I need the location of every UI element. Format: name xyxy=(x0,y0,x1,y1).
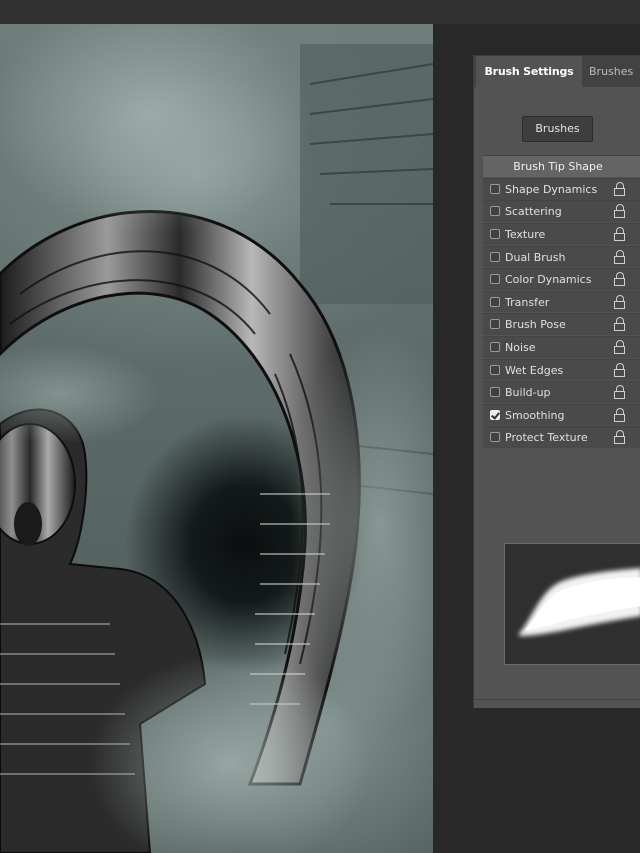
option-build-up[interactable]: Build-up xyxy=(483,381,640,403)
option-shape-dynamics[interactable]: Shape Dynamics xyxy=(483,177,640,200)
option-label: Smoothing xyxy=(505,408,565,422)
brushes-button[interactable]: Brushes xyxy=(522,116,593,142)
option-label: Texture xyxy=(505,228,546,242)
lock-icon[interactable] xyxy=(614,407,626,422)
tab-brushes[interactable]: Brushes xyxy=(589,56,633,87)
panel-footer-divider xyxy=(474,699,640,700)
option-brush-pose[interactable]: Brush Pose xyxy=(483,313,640,336)
protect-texture-checkbox[interactable] xyxy=(490,432,500,443)
option-transfer[interactable]: Transfer xyxy=(483,290,640,313)
lock-icon[interactable] xyxy=(614,385,626,400)
brush-pose-checkbox[interactable] xyxy=(490,319,500,330)
brush-stroke-preview xyxy=(504,543,640,665)
option-texture[interactable]: Texture xyxy=(483,223,640,245)
option-label: Wet Edges xyxy=(505,363,564,377)
lock-icon[interactable] xyxy=(614,181,626,196)
option-wet-edges[interactable]: Wet Edges xyxy=(483,358,640,381)
lock-icon[interactable] xyxy=(614,227,626,242)
lock-icon[interactable] xyxy=(614,430,626,445)
option-label: Color Dynamics xyxy=(505,273,592,287)
color-dynamics-checkbox[interactable] xyxy=(490,274,500,285)
option-label: Shape Dynamics xyxy=(505,182,598,196)
app-top-bar xyxy=(0,0,640,25)
option-smoothing[interactable]: Smoothing xyxy=(483,403,640,426)
dual-brush-checkbox[interactable] xyxy=(490,251,500,262)
artwork-image xyxy=(0,24,433,853)
option-protect-texture[interactable]: Protect Texture xyxy=(483,426,640,448)
shape-dynamics-checkbox[interactable] xyxy=(490,183,500,194)
document-canvas[interactable] xyxy=(0,24,433,853)
lock-icon[interactable] xyxy=(614,339,626,354)
transfer-checkbox[interactable] xyxy=(490,296,500,307)
lock-icon[interactable] xyxy=(614,362,626,377)
wet-edges-checkbox[interactable] xyxy=(490,364,500,375)
option-scattering[interactable]: Scattering xyxy=(483,200,640,223)
brush-options-list: Brush Tip Shape Shape Dynamics Scatterin… xyxy=(483,155,640,449)
texture-checkbox[interactable] xyxy=(490,229,500,240)
option-dual-brush[interactable]: Dual Brush xyxy=(483,245,640,268)
smoothing-checkbox[interactable] xyxy=(490,409,500,420)
option-color-dynamics[interactable]: Color Dynamics xyxy=(483,268,640,290)
noise-checkbox[interactable] xyxy=(490,341,500,352)
lock-icon[interactable] xyxy=(614,272,626,287)
lock-icon[interactable] xyxy=(614,317,626,332)
lock-icon[interactable] xyxy=(614,204,626,219)
brush-settings-panel: Brush Settings Brushes Brushes Brush Tip… xyxy=(473,55,640,708)
panel-tab-bar: Brush Settings Brushes xyxy=(474,56,640,87)
brush-tip-shape-item[interactable]: Brush Tip Shape xyxy=(483,155,640,177)
option-label: Protect Texture xyxy=(505,431,588,445)
brush-tip-shape-label: Brush Tip Shape xyxy=(513,160,603,173)
option-label: Build-up xyxy=(505,386,551,400)
scattering-checkbox[interactable] xyxy=(490,206,500,217)
lock-icon[interactable] xyxy=(614,294,626,309)
lock-icon[interactable] xyxy=(614,249,626,264)
option-label: Dual Brush xyxy=(505,250,566,264)
option-label: Brush Pose xyxy=(505,318,566,332)
build-up-checkbox[interactable] xyxy=(490,387,500,398)
option-label: Noise xyxy=(505,340,536,354)
option-label: Scattering xyxy=(505,205,562,219)
tab-brush-settings[interactable]: Brush Settings xyxy=(476,56,582,87)
option-noise[interactable]: Noise xyxy=(483,335,640,358)
stroke-preview-icon xyxy=(519,568,640,636)
option-label: Transfer xyxy=(505,295,550,309)
